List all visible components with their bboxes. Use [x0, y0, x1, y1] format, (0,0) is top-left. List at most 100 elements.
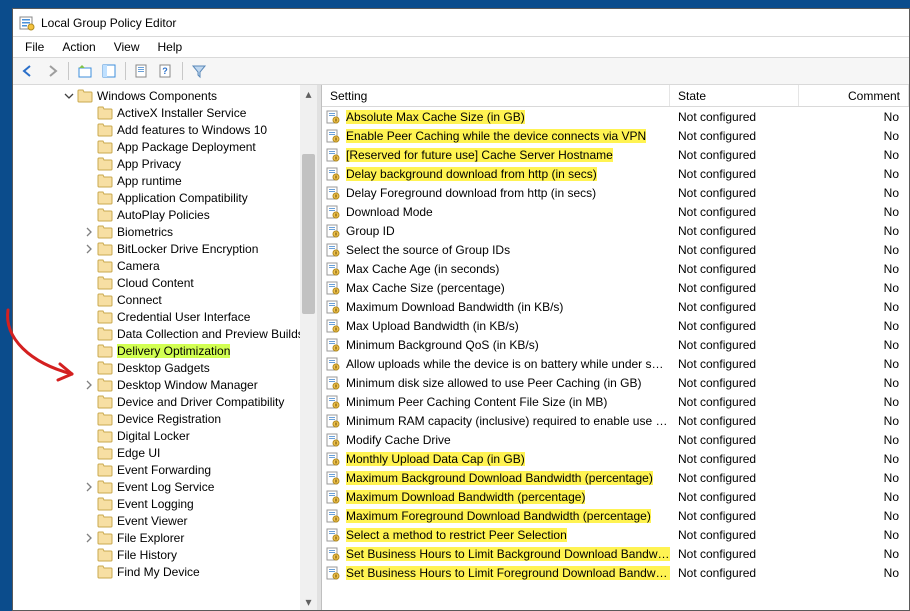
tree-item[interactable]: ActiveX Installer Service	[13, 104, 310, 121]
expand-icon	[83, 311, 95, 323]
list-row[interactable]: Download ModeNot configuredNo	[322, 202, 909, 221]
list-row[interactable]: Absolute Max Cache Size (in GB)Not confi…	[322, 107, 909, 126]
tree-item[interactable]: Application Compatibility	[13, 189, 310, 206]
list-header: Setting State Comment	[322, 85, 909, 107]
tree-item[interactable]: BitLocker Drive Encryption	[13, 240, 310, 257]
tree-item[interactable]: Delivery Optimization	[13, 342, 310, 359]
list-row[interactable]: Monthly Upload Data Cap (in GB)Not confi…	[322, 449, 909, 468]
menu-view[interactable]: View	[106, 39, 148, 55]
list-row[interactable]: Modify Cache DriveNot configuredNo	[322, 430, 909, 449]
tree-item[interactable]: Biometrics	[13, 223, 310, 240]
tree-item[interactable]: Cloud Content	[13, 274, 310, 291]
tree-item[interactable]: Data Collection and Preview Builds	[13, 325, 310, 342]
list-row[interactable]: Group IDNot configuredNo	[322, 221, 909, 240]
back-button[interactable]	[17, 60, 39, 82]
tree-item[interactable]: App Privacy	[13, 155, 310, 172]
setting-state: Not configured	[670, 148, 799, 162]
list-row[interactable]: Enable Peer Caching while the device con…	[322, 126, 909, 145]
tree-item[interactable]: AutoPlay Policies	[13, 206, 310, 223]
scroll-down-icon[interactable]: ▾	[300, 593, 317, 610]
title-text: Local Group Policy Editor	[41, 16, 176, 30]
tree-item-windows-components[interactable]: Windows Components	[13, 87, 310, 104]
help-button[interactable]: ?	[155, 60, 177, 82]
setting-comment: No	[799, 433, 909, 447]
tree[interactable]: Windows ComponentsActiveX Installer Serv…	[13, 85, 310, 582]
properties-button[interactable]	[131, 60, 153, 82]
tree-item[interactable]: App Package Deployment	[13, 138, 310, 155]
tree-item[interactable]: Camera	[13, 257, 310, 274]
expand-icon[interactable]	[83, 243, 95, 255]
list-row[interactable]: Set Business Hours to Limit Background D…	[322, 544, 909, 563]
tree-label: Digital Locker	[117, 429, 190, 443]
tree-item[interactable]: Device and Driver Compatibility	[13, 393, 310, 410]
menu-action[interactable]: Action	[54, 39, 103, 55]
tree-item[interactable]: Event Log Service	[13, 478, 310, 495]
list-row[interactable]: Minimum RAM capacity (inclusive) require…	[322, 411, 909, 430]
up-button[interactable]	[74, 60, 96, 82]
list-row[interactable]: Max Cache Size (percentage)Not configure…	[322, 278, 909, 297]
toolbar: ?	[13, 57, 909, 85]
list-row[interactable]: Minimum disk size allowed to use Peer Ca…	[322, 373, 909, 392]
list-row[interactable]: Max Cache Age (in seconds)Not configured…	[322, 259, 909, 278]
tree-item[interactable]: Event Viewer	[13, 512, 310, 529]
show-hide-tree-button[interactable]	[98, 60, 120, 82]
header-setting[interactable]: Setting	[322, 85, 670, 106]
folder-icon	[97, 395, 113, 409]
tree-item[interactable]: Find My Device	[13, 563, 310, 580]
expand-icon[interactable]	[83, 481, 95, 493]
scroll-up-icon[interactable]: ▴	[300, 85, 317, 102]
list-row[interactable]: Maximum Download Bandwidth (percentage)N…	[322, 487, 909, 506]
expand-icon[interactable]	[83, 226, 95, 238]
setting-state: Not configured	[670, 186, 799, 200]
list-row[interactable]: Allow uploads while the device is on bat…	[322, 354, 909, 373]
policy-setting-icon	[326, 281, 340, 295]
expand-icon[interactable]	[63, 90, 75, 102]
list-row[interactable]: Maximum Download Bandwidth (in KB/s)Not …	[322, 297, 909, 316]
tree-item[interactable]: Edge UI	[13, 444, 310, 461]
scroll-thumb[interactable]	[302, 154, 315, 314]
setting-comment: No	[799, 490, 909, 504]
list-row[interactable]: Set Business Hours to Limit Foreground D…	[322, 563, 909, 582]
list-row[interactable]: [Reserved for future use] Cache Server H…	[322, 145, 909, 164]
tree-item[interactable]: Digital Locker	[13, 427, 310, 444]
tree-item[interactable]: Credential User Interface	[13, 308, 310, 325]
tree-item[interactable]: Desktop Window Manager	[13, 376, 310, 393]
setting-comment: No	[799, 547, 909, 561]
list-row[interactable]: Max Upload Bandwidth (in KB/s)Not config…	[322, 316, 909, 335]
policy-setting-icon	[326, 395, 340, 409]
list-row[interactable]: Minimum Background QoS (in KB/s)Not conf…	[322, 335, 909, 354]
list-row[interactable]: Delay Foreground download from http (in …	[322, 183, 909, 202]
forward-button[interactable]	[41, 60, 63, 82]
tree-item[interactable]: File History	[13, 546, 310, 563]
setting-name: Monthly Upload Data Cap (in GB)	[346, 452, 525, 466]
tree-scrollbar[interactable]: ▴ ▾	[300, 85, 317, 610]
tree-item[interactable]: Event Logging	[13, 495, 310, 512]
tree-item[interactable]: App runtime	[13, 172, 310, 189]
header-state[interactable]: State	[670, 85, 799, 106]
setting-comment: No	[799, 186, 909, 200]
tree-item[interactable]: Device Registration	[13, 410, 310, 427]
list-row[interactable]: Delay background download from http (in …	[322, 164, 909, 183]
list-row[interactable]: Select a method to restrict Peer Selecti…	[322, 525, 909, 544]
group-policy-window: Local Group Policy Editor File Action Vi…	[12, 8, 910, 611]
tree-item[interactable]: Connect	[13, 291, 310, 308]
expand-icon[interactable]	[83, 532, 95, 544]
menu-help[interactable]: Help	[150, 39, 191, 55]
filter-button[interactable]	[188, 60, 210, 82]
expand-icon	[83, 464, 95, 476]
list-row[interactable]: Maximum Foreground Download Bandwidth (p…	[322, 506, 909, 525]
list-row[interactable]: Maximum Background Download Bandwidth (p…	[322, 468, 909, 487]
header-comment[interactable]: Comment	[799, 85, 909, 106]
tree-item[interactable]: File Explorer	[13, 529, 310, 546]
setting-state: Not configured	[670, 566, 799, 580]
setting-state: Not configured	[670, 338, 799, 352]
list-row[interactable]: Select the source of Group IDsNot config…	[322, 240, 909, 259]
tree-item[interactable]: Add features to Windows 10	[13, 121, 310, 138]
expand-icon[interactable]	[83, 379, 95, 391]
list-row[interactable]: Minimum Peer Caching Content File Size (…	[322, 392, 909, 411]
tree-item[interactable]: Desktop Gadgets	[13, 359, 310, 376]
menu-file[interactable]: File	[17, 39, 52, 55]
list-body[interactable]: Absolute Max Cache Size (in GB)Not confi…	[322, 107, 909, 610]
titlebar[interactable]: Local Group Policy Editor	[13, 9, 909, 37]
tree-item[interactable]: Event Forwarding	[13, 461, 310, 478]
